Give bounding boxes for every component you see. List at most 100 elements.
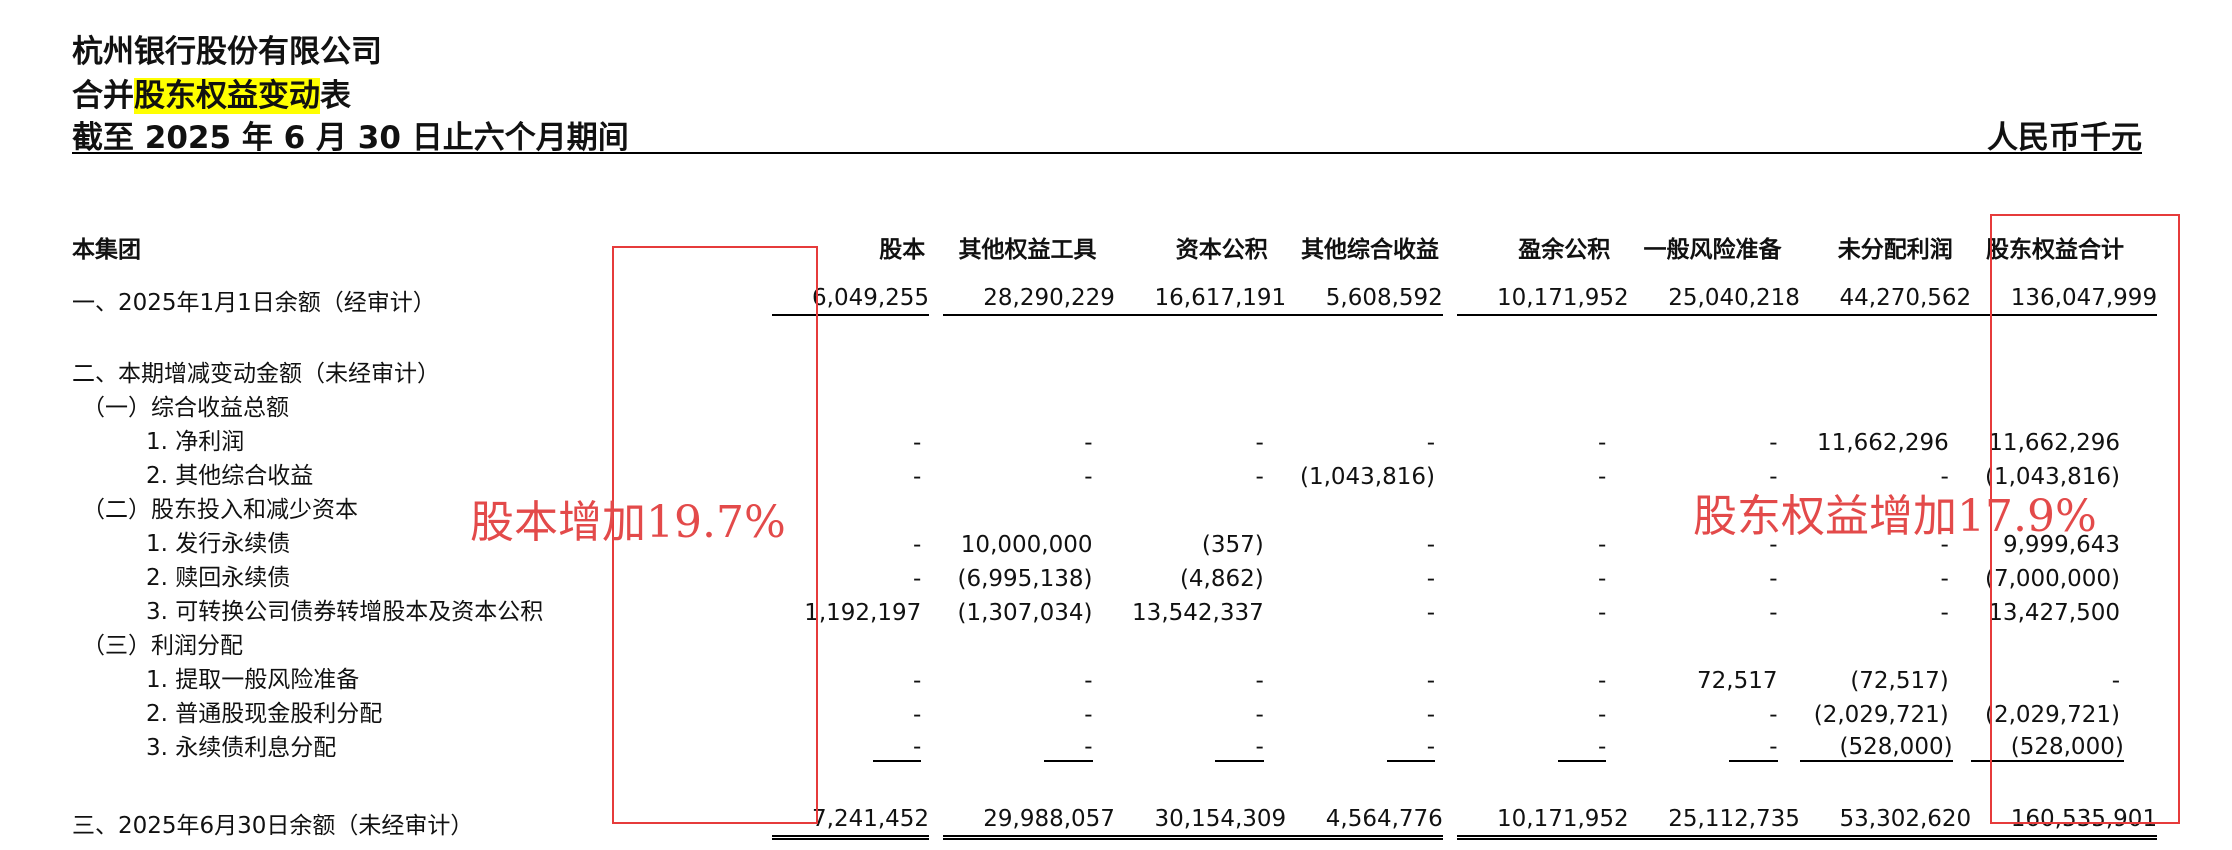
cell-general-risk-reserve: -: [1628, 422, 1799, 456]
table-row: （一）综合收益总额: [72, 388, 2142, 422]
table-row: 二、本期增减变动金额（未经审计）: [72, 354, 2142, 388]
cell-value: -: [1940, 600, 1949, 626]
cell-other-equity-instruments: [943, 490, 1114, 524]
cell-surplus-reserve: -: [1457, 694, 1628, 728]
spacer-row: [72, 328, 2142, 354]
cell-value: -: [1426, 430, 1435, 456]
cell-surplus-reserve: -: [1457, 456, 1628, 490]
table-row: （三）利润分配: [72, 626, 2142, 660]
cell-retained-earnings: 44,270,562: [1799, 272, 1972, 328]
cell-value: 28,290,229: [943, 285, 1115, 316]
table-row: 3. 可转换公司债券转增股本及资本公积 1,192,197 (1,307,034) 1…: [72, 592, 2142, 626]
title-highlight: 股东权益变动: [134, 78, 320, 114]
cell-value: (1,043,816): [1299, 464, 1435, 490]
cell-general-risk-reserve: [1628, 354, 1799, 388]
spacer-cell: [72, 328, 2142, 354]
cell-other-comprehensive-income: -: [1286, 422, 1457, 456]
table-row: 2. 赎回永续债 - (6,995,138) (4,862) - - - - (7,000,00…: [72, 558, 2142, 592]
cell-general-risk-reserve: 25,112,735: [1628, 762, 1800, 850]
cell-surplus-reserve: [1457, 626, 1628, 660]
cell-retained-earnings: [1800, 388, 1971, 422]
cell-value: -: [1255, 464, 1264, 490]
cell-value: 13,542,337: [1132, 600, 1264, 626]
cell-surplus-reserve: [1457, 490, 1628, 524]
cell-other-equity-instruments: (6,995,138): [943, 558, 1114, 592]
cell-capital-reserve: -: [1115, 456, 1286, 490]
cell-other-comprehensive-income: [1286, 388, 1457, 422]
cell-value: -: [1084, 430, 1093, 456]
cell-value: 25,040,218: [1628, 285, 1800, 316]
equity-note: 股东权益增加17.9%: [1693, 491, 2097, 542]
company-name: 杭州银行股份有限公司: [72, 34, 382, 70]
col-other-comprehensive-income: 其他综合收益: [1301, 237, 1439, 263]
table-row: 1. 净利润 - - - - - -11,662,296 11,662,296: [72, 422, 2142, 456]
cell-other-equity-instruments: 28,290,229: [943, 272, 1115, 328]
col-retained-earnings: 未分配利润: [1837, 237, 1953, 263]
cell-surplus-reserve: -: [1457, 660, 1628, 694]
table-row: 三、2025年6月30日余额（未经审计） 7,241,452 29,988,057 3…: [72, 762, 2158, 850]
cell-general-risk-reserve: -: [1628, 558, 1799, 592]
cell-capital-reserve: -: [1115, 694, 1286, 728]
cell-surplus-reserve: -: [1457, 728, 1628, 762]
cell-value: 44,270,562: [1799, 285, 1972, 316]
cell-retained-earnings: -: [1800, 592, 1971, 626]
cell-other-equity-instruments: (1,307,034): [943, 592, 1114, 626]
cell-value: 30,154,309: [1114, 806, 1287, 840]
cell-value: -: [1597, 430, 1607, 456]
cell-value: 72,517: [1697, 668, 1778, 694]
cell-retained-earnings: [1800, 354, 1971, 388]
col-other-equity-instruments: 其他权益工具: [958, 237, 1097, 263]
cell-value: -: [912, 532, 922, 558]
cell-capital-reserve: [1115, 626, 1286, 660]
cell-value: 1,192,197: [804, 600, 922, 626]
cell-other-equity-instruments: [943, 626, 1114, 660]
cell-value: -: [1597, 532, 1607, 558]
cell-general-risk-reserve: -: [1628, 694, 1799, 728]
cell-retained-earnings: (528,000): [1799, 728, 1971, 762]
cell-other-equity-instruments: -: [943, 728, 1114, 762]
cell-other-comprehensive-income: -: [1286, 558, 1457, 592]
table-row: 2. 普通股现金股利分配 - - - - - - (2,029,721) (2,029,721): [72, 694, 2142, 728]
cell-value: -: [1255, 702, 1264, 728]
cell-other-comprehensive-income: 4,564,776: [1285, 762, 1457, 850]
cell-value: -: [912, 430, 922, 456]
cell-other-equity-instruments: -: [943, 694, 1114, 728]
title-suffix: 表: [320, 78, 351, 114]
col-capital-reserve: 资本公积: [1175, 237, 1268, 263]
cell-retained-earnings: (2,029,721): [1800, 694, 1971, 728]
title-prefix: 合并: [72, 78, 134, 114]
cell-value: 4,564,776: [1285, 806, 1443, 840]
cell-other-equity-instruments: -: [943, 422, 1114, 456]
cell-value: (4,862): [1179, 566, 1264, 592]
cell-value: -: [912, 702, 922, 728]
cell-value: (357): [1201, 532, 1264, 558]
cell-retained-earnings: -: [1800, 558, 1971, 592]
cell-capital-reserve: 16,617,191: [1114, 272, 1287, 328]
cell-value: (1,307,034): [957, 600, 1093, 626]
cell-value: -: [1255, 430, 1264, 456]
cell-surplus-reserve: [1457, 354, 1628, 388]
cell-value: -: [1426, 566, 1435, 592]
cell-other-comprehensive-income: [1286, 626, 1457, 660]
cell-value: 5,608,592: [1285, 285, 1443, 316]
cell-capital-reserve: [1115, 354, 1286, 388]
cell-general-risk-reserve: [1628, 626, 1799, 660]
cell-other-comprehensive-income: -: [1286, 524, 1457, 558]
cell-value: 11,662,296: [1817, 430, 1949, 456]
cell-value: -: [912, 668, 922, 694]
cell-capital-reserve: (4,862): [1115, 558, 1286, 592]
cell-surplus-reserve: -: [1457, 558, 1628, 592]
cell-value: -: [1255, 668, 1264, 694]
table-row: 3. 永续债利息分配 - - - - - - (528,000) (528,000): [72, 728, 2142, 762]
cell-value: -: [872, 734, 922, 762]
cell-capital-reserve: [1115, 388, 1286, 422]
cell-value: 10,171,952: [1457, 285, 1629, 316]
cell-other-comprehensive-income: (1,043,816): [1286, 456, 1457, 490]
cell-value: -: [1215, 734, 1264, 762]
cell-general-risk-reserve: [1628, 388, 1799, 422]
cell-other-comprehensive-income: -: [1286, 694, 1457, 728]
cell-value: (72,517): [1850, 668, 1949, 694]
cell-value: -: [1084, 702, 1093, 728]
cell-capital-reserve: -: [1115, 422, 1286, 456]
cell-value: -: [912, 566, 922, 592]
